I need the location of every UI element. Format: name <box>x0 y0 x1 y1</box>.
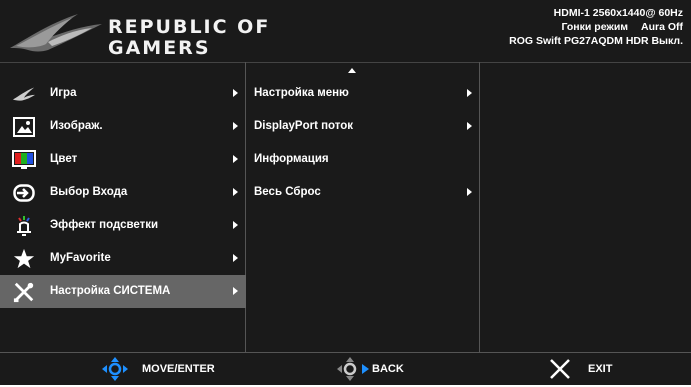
submenu-label: Настройка меню <box>254 87 349 99</box>
scroll-up-icon[interactable] <box>348 68 356 73</box>
back-button[interactable]: BACK <box>336 353 426 385</box>
game-mode: Гонки режим <box>561 21 629 33</box>
input-source: HDMI-1 <box>553 7 590 19</box>
chevron-right-icon <box>233 254 238 262</box>
chevron-right-icon <box>467 122 472 130</box>
osd-panel: REPUBLIC OF GAMERS HDMI-1 2560x1440@ 60H… <box>0 0 691 385</box>
menu-label: Цвет <box>50 153 78 165</box>
submenu-item-menu-setup[interactable]: Настройка меню <box>246 77 480 110</box>
chevron-right-icon <box>467 188 472 196</box>
detail-panel <box>480 62 691 352</box>
lighting-icon <box>12 214 36 238</box>
refresh-rate: 60Hz <box>658 7 683 19</box>
menu-item-lighting[interactable]: Эффект подсветки <box>0 209 246 242</box>
submenu-label: DisplayPort поток <box>254 120 354 132</box>
star-icon <box>12 247 36 271</box>
rog-eye-logo-icon <box>10 14 102 52</box>
menu-item-color[interactable]: Цвет <box>0 143 246 176</box>
input-icon <box>12 181 36 205</box>
series-name: ROG Swift <box>509 35 562 47</box>
close-icon <box>548 357 572 386</box>
submenu-item-all-reset[interactable]: Весь Сброс <box>246 176 480 209</box>
menu-label: Настройка СИСТЕМА <box>50 285 171 297</box>
color-icon <box>12 148 36 172</box>
menu-item-input[interactable]: Выбор Входа <box>0 176 246 209</box>
chevron-right-icon <box>233 221 238 229</box>
menu-label: MyFavorite <box>50 252 111 264</box>
chevron-right-icon <box>233 287 238 295</box>
chevron-right-icon <box>233 122 238 130</box>
hdr-status: HDR Выкл. <box>625 35 683 47</box>
joystick-back-icon <box>336 356 370 387</box>
brand-line-1: REPUBLIC OF <box>108 16 271 38</box>
brand-line-2: GAMERS <box>108 37 211 59</box>
move-enter-label: MOVE/ENTER <box>142 363 215 375</box>
menu-item-image[interactable]: Изображ. <box>0 110 246 143</box>
model-name: PG27AQDM <box>563 35 623 47</box>
menu-item-game[interactable]: Игра <box>0 77 246 110</box>
submenu-item-displayport-stream[interactable]: DisplayPort поток <box>246 110 480 143</box>
chevron-right-icon <box>467 89 472 97</box>
menu-label: Выбор Входа <box>50 186 128 198</box>
wrench-icon <box>12 280 36 304</box>
menu-label: Изображ. <box>50 120 103 132</box>
aura-status: Aura Off <box>641 21 683 33</box>
status-info: HDMI-1 2560x1440@ 60Hz Гонки режим Aura … <box>509 6 683 48</box>
rog-eye-icon <box>12 82 36 106</box>
joystick-move-icon <box>100 356 130 387</box>
submenu-label: Весь Сброс <box>254 186 321 198</box>
footer: MOVE/ENTER BACK EXIT <box>0 352 691 385</box>
exit-label: EXIT <box>588 363 613 375</box>
exit-button[interactable]: EXIT <box>548 353 648 385</box>
image-icon <box>12 115 36 139</box>
menu-label: Игра <box>50 87 77 99</box>
submenu: Настройка меню DisplayPort поток Информа… <box>246 62 480 352</box>
menu-label: Эффект подсветки <box>50 219 159 231</box>
menu-item-myfavorite[interactable]: MyFavorite <box>0 242 246 275</box>
menu-item-system-setup[interactable]: Настройка СИСТЕМА <box>0 275 246 308</box>
submenu-label: Информация <box>254 153 329 165</box>
chevron-right-icon <box>233 155 238 163</box>
main-menu: Игра Изображ. Цвет Выбор Входа Эффект по… <box>0 62 246 352</box>
move-enter-button[interactable]: MOVE/ENTER <box>100 353 250 385</box>
submenu-item-information[interactable]: Информация <box>246 143 480 176</box>
back-label: BACK <box>372 363 404 375</box>
chevron-right-icon <box>233 188 238 196</box>
chevron-right-icon <box>233 89 238 97</box>
rog-logo: REPUBLIC OF GAMERS <box>8 8 348 59</box>
resolution: 2560x1440@ <box>592 7 656 19</box>
header: REPUBLIC OF GAMERS HDMI-1 2560x1440@ 60H… <box>0 0 691 63</box>
